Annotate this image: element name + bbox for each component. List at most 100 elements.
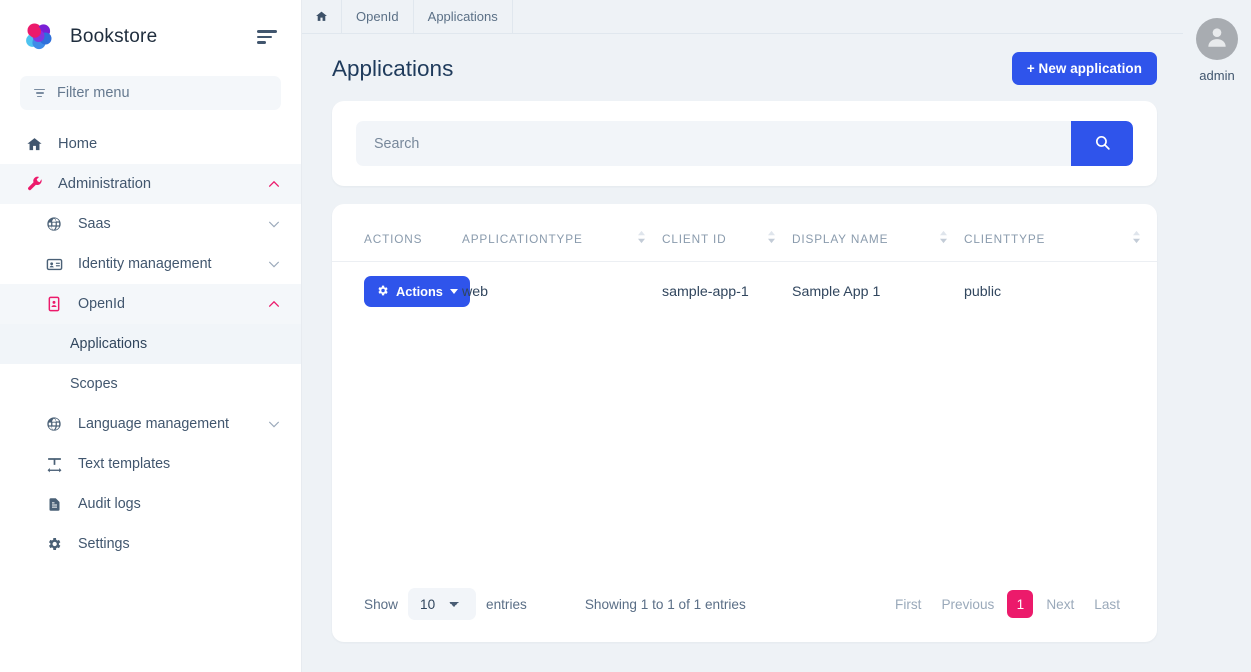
- sort-icon[interactable]: [1132, 230, 1141, 247]
- sort-icon[interactable]: [637, 230, 646, 247]
- document-icon: [44, 494, 64, 514]
- main-region: OpenId Applications Applications + New a…: [302, 0, 1251, 672]
- column-header-clienttype[interactable]: CLIENTTYPE: [964, 204, 1157, 262]
- column-label: CLIENT ID: [662, 232, 726, 246]
- table-footer: Show 102550100 entries Showing 1 to 1 of…: [332, 588, 1157, 642]
- pagination: First Previous 1 Next Last: [888, 590, 1127, 618]
- filter-menu-placeholder: Filter menu: [57, 85, 130, 101]
- globe-icon: [44, 414, 64, 434]
- page-size-select[interactable]: 102550100: [408, 588, 476, 620]
- openid-badge-icon: [44, 294, 64, 314]
- sidebar-item-label: Language management: [78, 416, 267, 432]
- search-button[interactable]: [1071, 121, 1133, 166]
- home-icon: [24, 134, 44, 154]
- column-label: ACTIONS: [364, 232, 422, 246]
- sidebar-item-label: OpenId: [78, 296, 267, 312]
- table-head: ACTIONS APPLICATIONTYPE: [332, 204, 1157, 262]
- caret-down-icon: [450, 289, 458, 294]
- breadcrumb-applications[interactable]: Applications: [414, 0, 513, 33]
- wrench-icon: [24, 174, 44, 194]
- column-label: CLIENTTYPE: [964, 232, 1045, 246]
- applications-table-card: ACTIONS APPLICATIONTYPE: [332, 204, 1157, 642]
- sidebar-item-label: Scopes: [70, 376, 281, 392]
- search-bar: [356, 121, 1133, 166]
- column-header-client-id[interactable]: CLIENT ID: [662, 204, 792, 262]
- sidebar-item-label: Home: [58, 136, 281, 152]
- sidebar-item-label: Applications: [70, 336, 281, 352]
- column-header-actions: ACTIONS: [332, 204, 462, 262]
- applications-table: ACTIONS APPLICATIONTYPE: [332, 204, 1157, 321]
- collapse-menu-icon[interactable]: [257, 26, 279, 48]
- row-actions-label: Actions: [396, 284, 443, 299]
- sidebar-item-label: Audit logs: [78, 496, 281, 512]
- breadcrumb: OpenId Applications: [302, 0, 1183, 34]
- breadcrumb-home[interactable]: [302, 0, 342, 33]
- sidebar-item-label: Saas: [78, 216, 267, 232]
- sidebar-item-label: Administration: [58, 176, 267, 192]
- content-panel: OpenId Applications Applications + New a…: [302, 0, 1183, 672]
- pagination-last[interactable]: Last: [1087, 597, 1127, 612]
- sidebar-item-identity-management[interactable]: Identity management: [0, 244, 301, 284]
- table-row: Actions web sample-app-1 Sample App 1 pu…: [332, 262, 1157, 322]
- sidebar-item-text-templates[interactable]: Text templates: [0, 444, 301, 484]
- cell-display-name: Sample App 1: [792, 262, 964, 322]
- column-header-applicationtype[interactable]: APPLICATIONTYPE: [462, 204, 662, 262]
- sidebar-item-openid[interactable]: OpenId: [0, 284, 301, 324]
- cell-clienttype: public: [964, 262, 1157, 322]
- application-root: Bookstore Filter menu Home Administratio…: [0, 0, 1251, 672]
- column-label: APPLICATIONTYPE: [462, 232, 583, 246]
- sidebar-item-label: Text templates: [78, 456, 281, 472]
- sidebar-item-label: Settings: [78, 536, 281, 552]
- sort-icon[interactable]: [939, 230, 948, 247]
- sidebar-item-applications[interactable]: Applications: [0, 324, 301, 364]
- search-icon: [1094, 134, 1111, 154]
- user-avatar-icon: [1204, 24, 1230, 55]
- user-name: admin: [1199, 68, 1234, 83]
- sort-icon[interactable]: [767, 230, 776, 247]
- search-input[interactable]: [356, 121, 1071, 166]
- sidebar-item-scopes[interactable]: Scopes: [0, 364, 301, 404]
- row-actions-button[interactable]: Actions: [364, 276, 470, 307]
- pagination-page-1[interactable]: 1: [1007, 590, 1033, 618]
- page-title: Applications: [332, 56, 453, 82]
- bookstore-logo-icon: [22, 20, 56, 54]
- breadcrumb-openid[interactable]: OpenId: [342, 0, 414, 33]
- sidebar-item-label: Identity management: [78, 256, 267, 272]
- table-body: Actions web sample-app-1 Sample App 1 pu…: [332, 262, 1157, 322]
- showing-entries-text: Showing 1 to 1 of 1 entries: [585, 597, 746, 612]
- sidebar-menu: Home Administration Saas: [0, 124, 301, 672]
- sidebar-item-language-management[interactable]: Language management: [0, 404, 301, 444]
- search-card: [332, 101, 1157, 186]
- sidebar-item-settings[interactable]: Settings: [0, 524, 301, 564]
- chevron-up-icon: [267, 297, 281, 311]
- text-width-icon: [44, 454, 64, 474]
- cell-client-id: sample-app-1: [662, 262, 792, 322]
- id-card-icon: [44, 254, 64, 274]
- sidebar-item-saas[interactable]: Saas: [0, 204, 301, 244]
- globe-icon: [44, 214, 64, 234]
- gear-icon: [44, 534, 64, 554]
- table-header-row: ACTIONS APPLICATIONTYPE: [332, 204, 1157, 262]
- column-header-display-name[interactable]: DISPLAY NAME: [792, 204, 964, 262]
- brand-header: Bookstore: [0, 0, 301, 74]
- sidebar-item-home[interactable]: Home: [0, 124, 301, 164]
- pagination-first[interactable]: First: [888, 597, 928, 612]
- column-label: DISPLAY NAME: [792, 232, 888, 246]
- brand-title: Bookstore: [70, 26, 257, 48]
- sidebar: Bookstore Filter menu Home Administratio…: [0, 0, 302, 672]
- chevron-down-icon: [267, 257, 281, 271]
- sidebar-item-administration[interactable]: Administration: [0, 164, 301, 204]
- chevron-up-icon: [267, 177, 281, 191]
- cell-actions: Actions: [332, 262, 462, 322]
- user-menu[interactable]: admin: [1183, 0, 1251, 100]
- new-application-button[interactable]: + New application: [1012, 52, 1157, 85]
- filter-menu-input[interactable]: Filter menu: [20, 76, 281, 110]
- pagination-previous[interactable]: Previous: [934, 597, 1001, 612]
- sidebar-item-audit-logs[interactable]: Audit logs: [0, 484, 301, 524]
- chevron-down-icon: [267, 417, 281, 431]
- gear-icon: [376, 284, 389, 300]
- avatar[interactable]: [1196, 18, 1238, 60]
- entries-label: entries: [486, 597, 527, 612]
- filter-icon: [34, 89, 45, 98]
- pagination-next[interactable]: Next: [1039, 597, 1081, 612]
